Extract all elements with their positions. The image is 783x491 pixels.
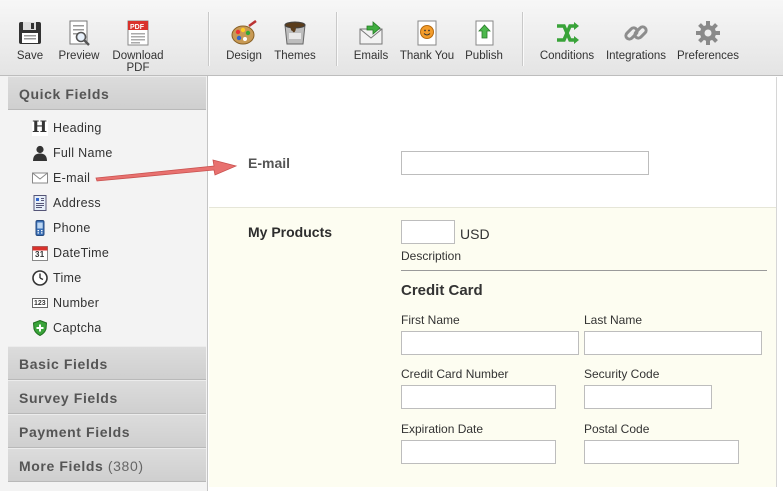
emails-button[interactable]: Emails <box>352 16 390 62</box>
currency-label: USD <box>460 226 490 242</box>
preferences-button[interactable]: Preferences <box>677 16 739 62</box>
thank-you-label: Thank You <box>399 50 455 62</box>
preview-label: Preview <box>58 50 100 62</box>
download-pdf-button[interactable]: PDF Download PDF <box>111 16 165 74</box>
palette-icon <box>231 20 257 45</box>
floppy-disk-icon <box>19 22 41 44</box>
number-glyph: 123 <box>34 300 46 307</box>
download-label-line2: PDF <box>126 62 150 74</box>
security-code-label: Security Code <box>584 367 660 381</box>
paint-bucket-icon <box>284 21 306 45</box>
amount-input[interactable] <box>401 220 455 244</box>
thank-you-icon <box>417 20 437 46</box>
quick-field-label: Phone <box>53 221 91 235</box>
postal-code-label: Postal Code <box>584 422 650 436</box>
calendar-glyph: 31 <box>35 250 45 259</box>
description-label: Description <box>401 249 462 263</box>
person-icon <box>33 145 47 161</box>
pdf-badge: PDF <box>130 24 144 31</box>
quick-field-label: Captcha <box>53 321 102 335</box>
quick-field-label: Heading <box>53 121 102 135</box>
quick-field-label: DateTime <box>53 246 110 260</box>
preview-icon <box>69 20 90 46</box>
quick-field-label: E-mail <box>53 171 91 185</box>
clock-icon <box>32 270 48 286</box>
quick-fields-title: Quick Fields <box>19 86 110 102</box>
chain-link-icon <box>624 25 648 41</box>
design-label: Design <box>226 50 262 62</box>
conditions-button[interactable]: Conditions <box>539 16 595 62</box>
toolbar-separator <box>208 12 209 66</box>
first-name-input[interactable] <box>401 331 579 355</box>
sidebar: Quick Fields H Heading Full Name E-mail <box>0 76 208 491</box>
themes-button[interactable]: Themes <box>272 16 318 62</box>
basic-fields-title: Basic Fields <box>19 356 108 372</box>
envelope-icon <box>359 21 383 45</box>
last-name-input[interactable] <box>584 331 762 355</box>
integrations-label: Integrations <box>605 50 667 62</box>
email-field-label: E-mail <box>248 155 291 171</box>
quick-fields-header[interactable]: Quick Fields <box>8 76 206 110</box>
security-code-input[interactable] <box>584 385 712 409</box>
quick-field-label: Full Name <box>53 146 113 160</box>
section-divider <box>401 270 767 271</box>
phone-icon <box>35 220 45 236</box>
shield-plus-icon <box>32 320 48 336</box>
more-fields-title: More Fields <box>19 458 104 474</box>
conditions-icon <box>557 22 579 44</box>
basic-fields-header[interactable]: Basic Fields <box>8 346 206 380</box>
more-fields-count: (380) <box>107 458 144 474</box>
address-icon <box>33 195 47 211</box>
publish-label: Publish <box>465 50 503 62</box>
products-label: My Products <box>248 224 333 240</box>
preferences-label: Preferences <box>677 50 740 62</box>
download-label-line1: Download <box>112 50 164 62</box>
form-border <box>776 77 777 487</box>
save-label: Save <box>16 50 44 62</box>
first-name-label: First Name <box>401 313 460 327</box>
survey-fields-header[interactable]: Survey Fields <box>8 380 206 414</box>
survey-fields-title: Survey Fields <box>19 390 118 406</box>
expiration-date-input[interactable] <box>401 440 556 464</box>
envelope-icon <box>32 172 48 184</box>
emails-label: Emails <box>353 50 389 62</box>
thank-you-button[interactable]: Thank You <box>399 16 455 62</box>
postal-code-input[interactable] <box>584 440 739 464</box>
email-input[interactable] <box>401 151 649 175</box>
quick-field-label: Address <box>53 196 101 210</box>
payment-fields-title: Payment Fields <box>19 424 131 440</box>
publish-icon <box>475 20 494 46</box>
quick-field-label: Number <box>53 296 100 310</box>
preview-button[interactable]: Preview <box>56 16 102 62</box>
credit-card-title: Credit Card <box>401 282 483 299</box>
toolbar-separator <box>336 12 337 66</box>
last-name-label: Last Name <box>584 313 643 327</box>
toolbar: Save Preview PDF Download PDF Design The… <box>0 0 783 76</box>
expiration-date-label: Expiration Date <box>401 422 484 436</box>
conditions-label: Conditions <box>539 50 595 62</box>
card-number-label: Credit Card Number <box>401 367 509 381</box>
payment-fields-header[interactable]: Payment Fields <box>8 414 206 448</box>
quick-field-label: Time <box>53 271 82 285</box>
card-number-input[interactable] <box>401 385 556 409</box>
publish-button[interactable]: Publish <box>464 16 504 62</box>
save-button[interactable]: Save <box>12 16 48 62</box>
themes-label: Themes <box>274 50 316 62</box>
more-fields-header[interactable]: More Fields (380) <box>8 448 206 482</box>
integrations-button[interactable]: Integrations <box>605 16 667 62</box>
gear-icon <box>696 21 720 45</box>
heading-glyph: H <box>32 117 48 136</box>
toolbar-separator <box>522 12 523 66</box>
design-button[interactable]: Design <box>224 16 264 62</box>
